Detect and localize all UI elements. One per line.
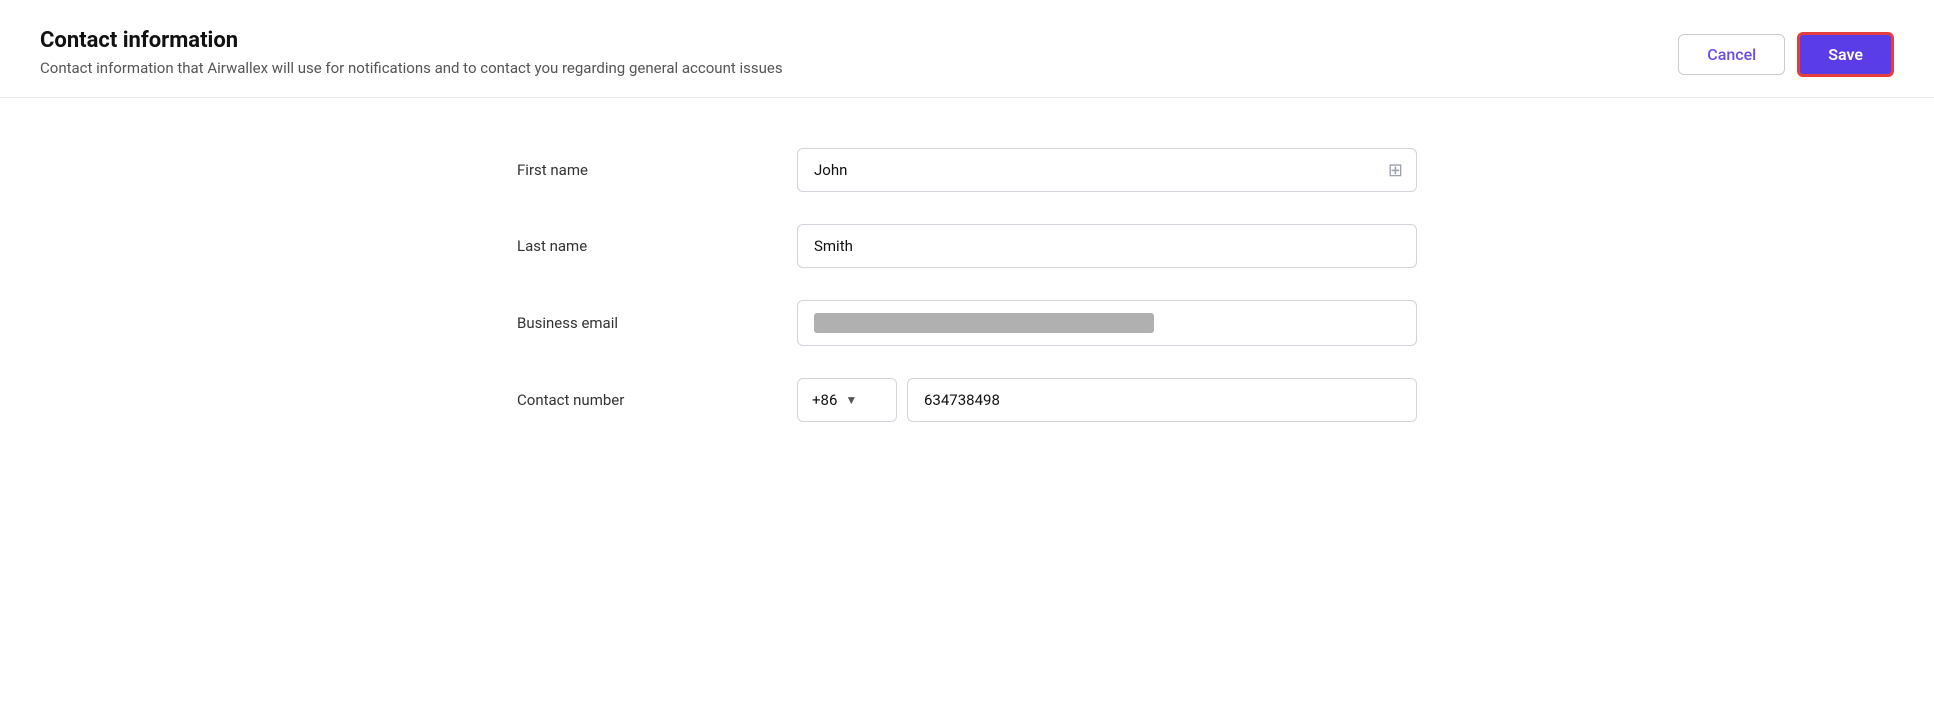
first-name-row: First name ⊞ [517, 148, 1417, 192]
chevron-down-icon: ▼ [845, 393, 857, 407]
first-name-input-wrapper: ⊞ [797, 148, 1417, 192]
business-email-row: Business email [517, 300, 1417, 346]
business-email-input-wrapper [797, 300, 1417, 346]
phone-inputs-container: +86 ▼ [797, 378, 1417, 422]
last-name-row: Last name [517, 224, 1417, 268]
header-actions: Cancel Save [1678, 32, 1894, 77]
contact-number-input-wrapper: +86 ▼ [797, 378, 1417, 422]
country-code-selector[interactable]: +86 ▼ [797, 378, 897, 422]
header: Contact information Contact information … [0, 0, 1934, 98]
page-title: Contact information [40, 28, 783, 53]
last-name-input[interactable] [797, 224, 1417, 268]
form-section: First name ⊞ Last name Business email [0, 98, 1934, 504]
page-container: Contact information Contact information … [0, 0, 1934, 712]
country-code-value: +86 [812, 391, 837, 409]
business-email-field[interactable] [797, 300, 1417, 346]
phone-number-input[interactable] [907, 378, 1417, 422]
email-redacted-value [814, 313, 1154, 333]
save-button[interactable]: Save [1797, 32, 1894, 77]
contact-number-row: Contact number +86 ▼ [517, 378, 1417, 422]
business-email-label: Business email [517, 314, 797, 332]
header-left: Contact information Contact information … [40, 28, 783, 77]
first-name-field-container: ⊞ [797, 148, 1417, 192]
last-name-label: Last name [517, 237, 797, 255]
first-name-label: First name [517, 161, 797, 179]
contact-number-label: Contact number [517, 391, 797, 409]
page-subtitle: Contact information that Airwallex will … [40, 59, 783, 77]
last-name-input-wrapper [797, 224, 1417, 268]
cancel-button[interactable]: Cancel [1678, 34, 1785, 75]
first-name-input[interactable] [797, 148, 1417, 192]
